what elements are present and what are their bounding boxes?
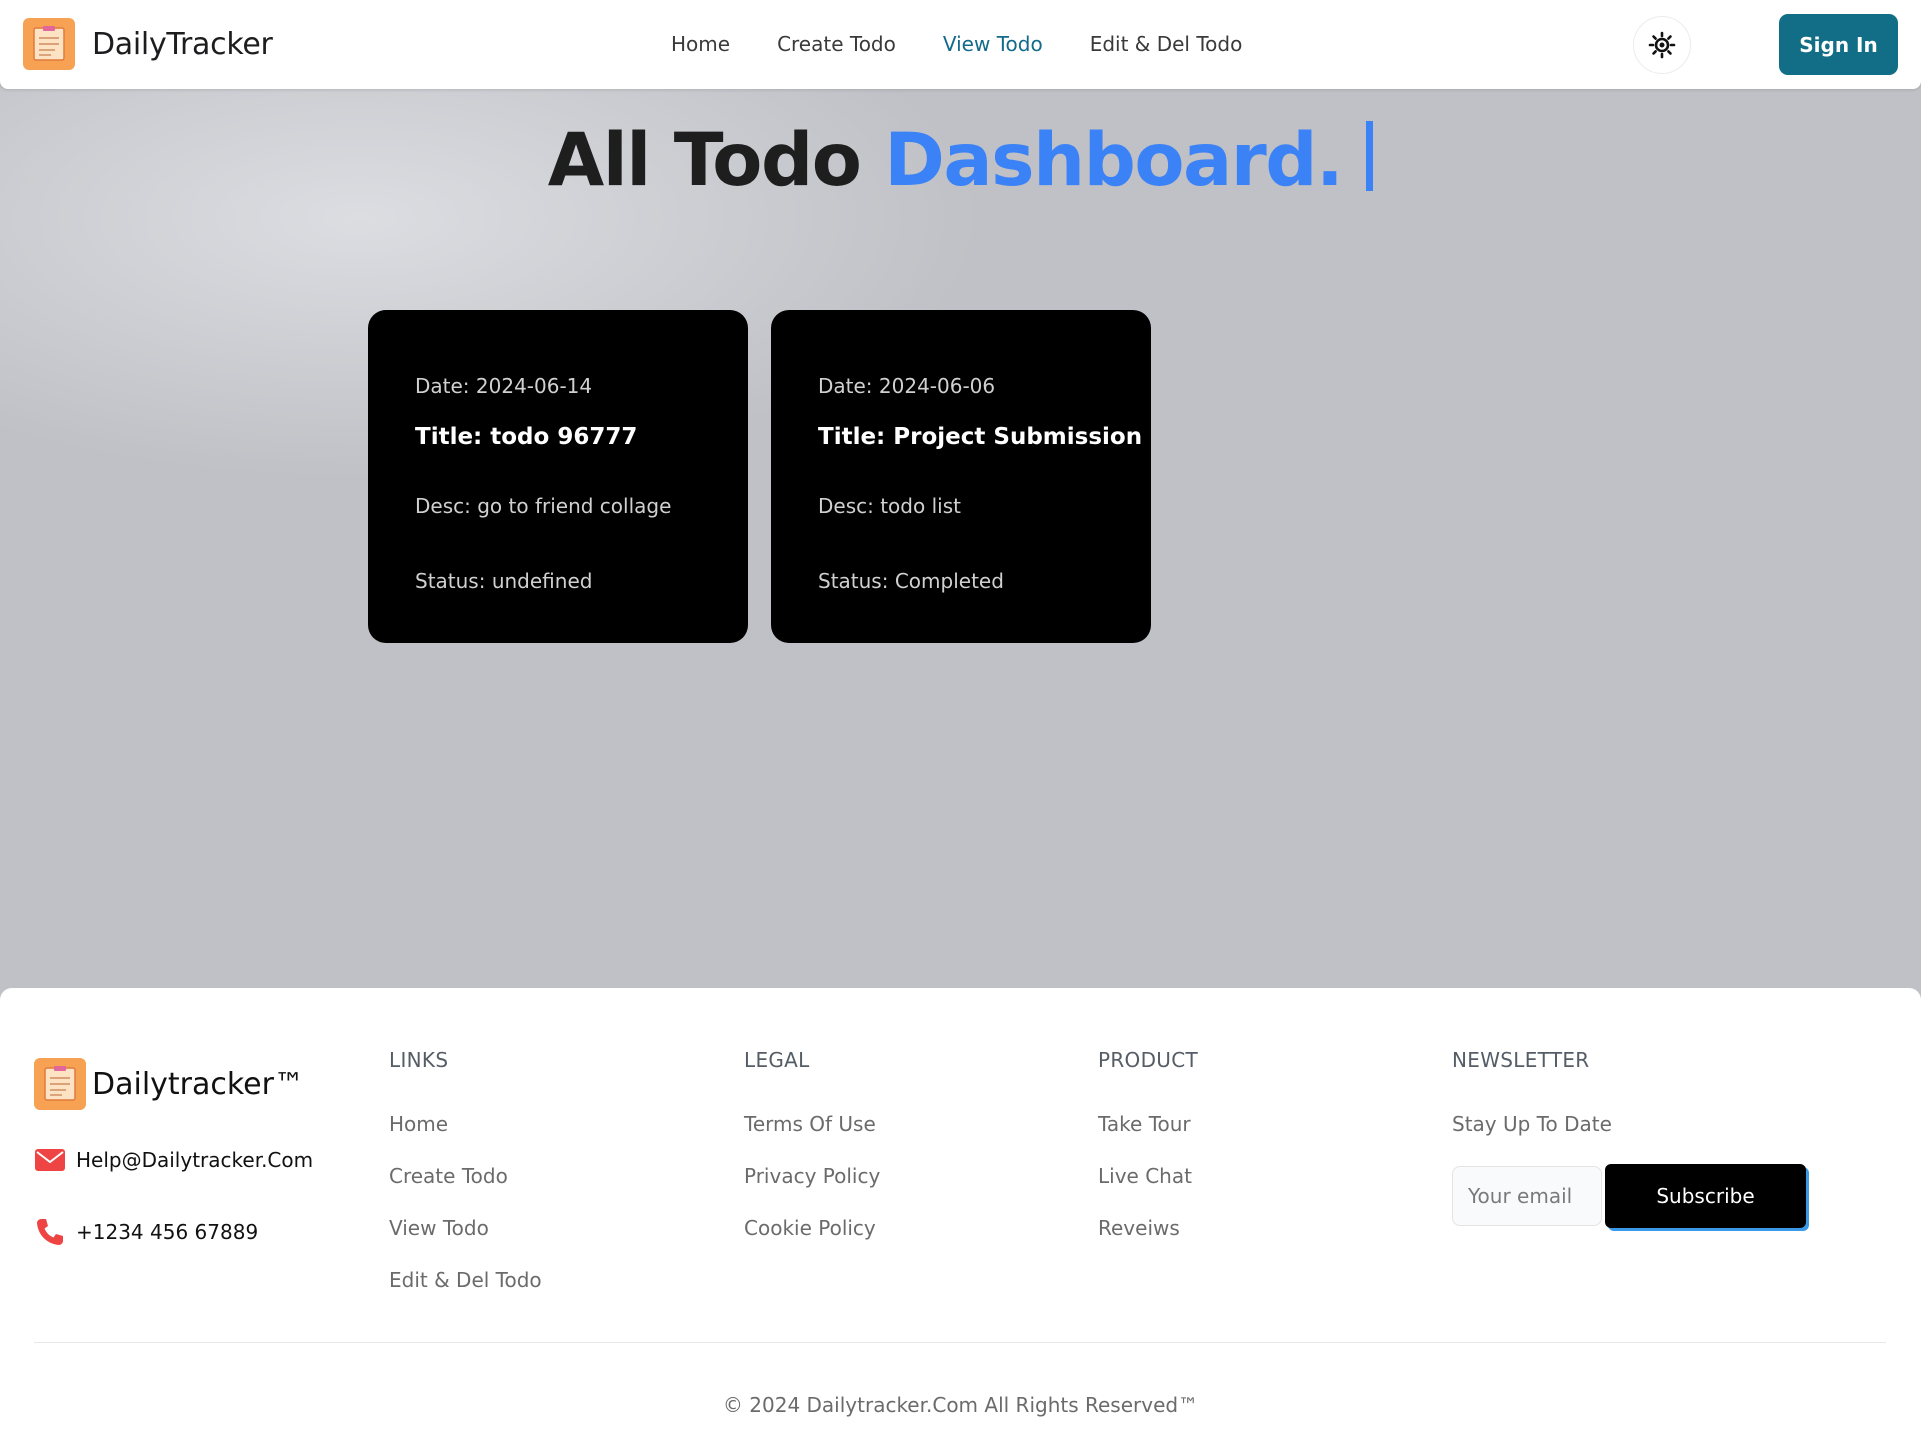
footer: Dailytracker™ Help@Dailytracker.Com +123… (0, 988, 1921, 1433)
nav-link-home[interactable]: Home (671, 32, 730, 56)
page-title: All Todo Dashboard. (0, 118, 1921, 203)
nav-link-create-todo[interactable]: Create Todo (777, 32, 896, 56)
footer-link-privacy[interactable]: Privacy Policy (744, 1164, 880, 1188)
footer-col-legal: LEGAL (744, 1048, 810, 1072)
footer-link-take-tour[interactable]: Take Tour (1098, 1112, 1191, 1136)
footer-col-heading: LINKS (389, 1048, 449, 1072)
footer-col-product: PRODUCT (1098, 1048, 1198, 1072)
footer-col-links: LINKS (389, 1048, 448, 1072)
todo-status: Status: Completed (818, 569, 1004, 593)
footer-phone[interactable]: +1234 456 67889 (34, 1216, 258, 1248)
mail-icon (35, 1149, 65, 1171)
phone-icon (37, 1219, 63, 1245)
footer-brand[interactable]: Dailytracker™ (34, 1058, 304, 1110)
brand[interactable]: DailyTracker (23, 18, 273, 70)
footer-link-live-chat[interactable]: Live Chat (1098, 1164, 1192, 1188)
footer-link-home[interactable]: Home (389, 1112, 448, 1136)
footer-phone-text: +1234 456 67889 (76, 1220, 259, 1244)
footer-col-heading: LEGAL (744, 1048, 810, 1072)
page-title-part1: All Todo (547, 118, 862, 203)
footer-link-create-todo[interactable]: Create Todo (389, 1164, 508, 1188)
footer-col-heading: NEWSLETTER (1452, 1048, 1590, 1072)
footer-brand-name: Dailytracker™ (92, 1066, 304, 1102)
todo-card[interactable]: Date: 2024-06-14 Title: todo 96777 Desc:… (368, 310, 748, 643)
todo-title: Title: Project Submission (818, 424, 1143, 450)
footer-col-newsletter: NEWSLETTER (1452, 1048, 1589, 1072)
footer-col-heading: PRODUCT (1098, 1048, 1199, 1072)
newsletter-subtext: Stay Up To Date (1452, 1112, 1612, 1136)
footer-email-text: Help@Dailytracker.Com (76, 1148, 314, 1172)
subscribe-button[interactable]: Subscribe (1605, 1164, 1806, 1228)
todo-date: Date: 2024-06-06 (818, 374, 996, 398)
notepad-logo-icon (34, 1058, 86, 1110)
sign-in-button[interactable]: Sign In (1779, 14, 1898, 75)
todo-status: Status: undefined (415, 569, 593, 593)
footer-link-terms[interactable]: Terms Of Use (744, 1112, 876, 1136)
todo-desc: Desc: go to friend collage (415, 494, 672, 518)
notepad-logo-icon (23, 18, 75, 70)
footer-link-view-todo[interactable]: View Todo (389, 1216, 489, 1240)
typing-cursor (1366, 121, 1374, 191)
sun-icon (1648, 31, 1676, 59)
footer-link-edit-del-todo[interactable]: Edit & Del Todo (389, 1268, 542, 1292)
navbar: DailyTracker Home Create Todo View Todo … (0, 0, 1921, 89)
todo-title: Title: todo 96777 (415, 424, 638, 450)
brand-name: DailyTracker (92, 26, 273, 62)
footer-divider (34, 1342, 1886, 1343)
todo-date: Date: 2024-06-14 (415, 374, 593, 398)
todo-desc: Desc: todo list (818, 494, 961, 518)
copyright: © 2024 Dailytracker.Com All Rights Reser… (722, 1393, 1199, 1417)
footer-email[interactable]: Help@Dailytracker.Com (34, 1148, 313, 1172)
footer-link-cookie[interactable]: Cookie Policy (744, 1216, 876, 1240)
todo-card[interactable]: Date: 2024-06-06 Title: Project Submissi… (771, 310, 1151, 643)
page-title-part2: Dashboard. (884, 118, 1343, 203)
nav-link-edit-del-todo[interactable]: Edit & Del Todo (1090, 32, 1243, 56)
newsletter-email-input[interactable] (1452, 1166, 1602, 1226)
nav-link-view-todo[interactable]: View Todo (943, 32, 1043, 56)
theme-toggle-button[interactable] (1633, 16, 1691, 74)
footer-link-reviews[interactable]: Reveiws (1098, 1216, 1180, 1240)
nav-links: Home Create Todo View Todo Edit & Del To… (671, 32, 1289, 56)
